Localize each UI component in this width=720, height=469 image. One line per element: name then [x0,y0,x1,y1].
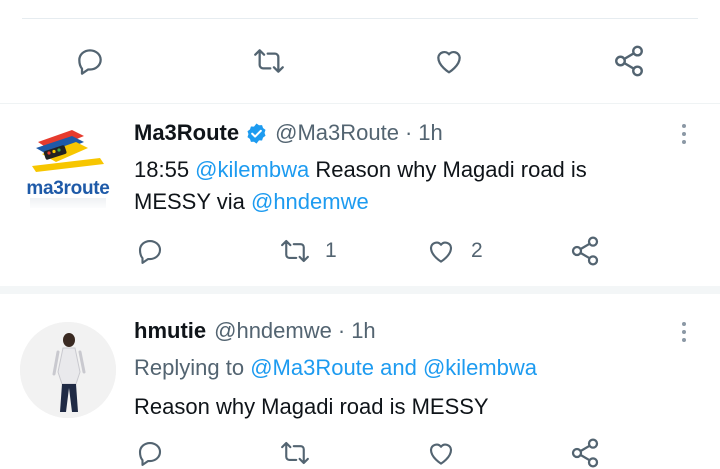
mention-kilembwa[interactable]: @kilembwa [195,157,309,182]
verified-badge-icon [247,122,266,144]
heart-icon [429,241,453,263]
retweet-button[interactable]: 1 [279,236,337,266]
reply-icon [138,239,162,264]
more-options-icon[interactable] [681,124,687,144]
reply-button[interactable] [135,438,165,468]
heart-icon [429,443,453,465]
retweet-icon [281,441,309,465]
ma3route-avatar[interactable]: ma3route [22,122,114,214]
tweet-text-body: Reason why Magadi road is [309,157,587,182]
dot-separator: · [337,318,346,343]
timestamp[interactable]: 1h [418,120,442,146]
tweet-separator [0,286,720,294]
top-divider [22,18,698,19]
hmutie-avatar[interactable] [20,322,116,418]
reply-button[interactable] [74,45,106,77]
tweet-text: Reason why Magadi road is MESSY [134,394,489,419]
retweet-button[interactable] [252,45,286,77]
handle[interactable]: @hndemwe [214,318,332,344]
heart-icon [437,50,461,74]
tweet-header: hmutie @hndemwe · 1h [134,318,376,344]
handle[interactable]: @Ma3Route [275,120,399,146]
like-button[interactable]: 2 [425,236,483,266]
tweet-text: 18:55 @kilembwa Reason why Magadi road i… [134,154,694,218]
logo-reflection [30,198,106,208]
reply-icon [78,49,102,75]
tweet-text-time: 18:55 [134,157,196,182]
reply-icon [138,441,162,466]
share-icon [571,438,599,468]
share-button[interactable] [569,235,601,267]
like-button[interactable] [425,438,457,468]
share-button[interactable] [569,437,601,469]
retweet-icon [281,239,309,263]
replying-to: Replying to @Ma3Route and @kilembwa [134,352,537,384]
like-count: 2 [471,239,483,262]
mention-hndemwe[interactable]: @hndemwe [251,189,369,214]
person-photo-icon [20,322,116,418]
timestamp[interactable]: 1h [351,318,375,344]
tweet-text-body-line2: MESSY via [134,189,251,214]
retweet-icon [254,49,284,73]
display-name[interactable]: Ma3Route [134,120,239,146]
replying-to-users[interactable]: @Ma3Route and @kilembwa [250,355,537,380]
like-button[interactable] [432,45,466,77]
display-name[interactable]: hmutie [134,318,206,344]
ma3route-logo-text: ma3route [26,178,110,199]
reply-button[interactable] [135,236,165,266]
replying-to-label: Replying to [134,355,251,380]
dot-separator: · [404,120,413,145]
retweet-count: 1 [325,239,337,262]
more-options-icon[interactable] [681,322,687,342]
tweet-header: Ma3Route @Ma3Route · 1h [134,120,443,146]
share-icon [571,236,599,266]
share-button[interactable] [612,44,646,78]
retweet-button[interactable] [279,438,311,468]
share-icon [615,45,643,77]
separator [0,103,720,104]
